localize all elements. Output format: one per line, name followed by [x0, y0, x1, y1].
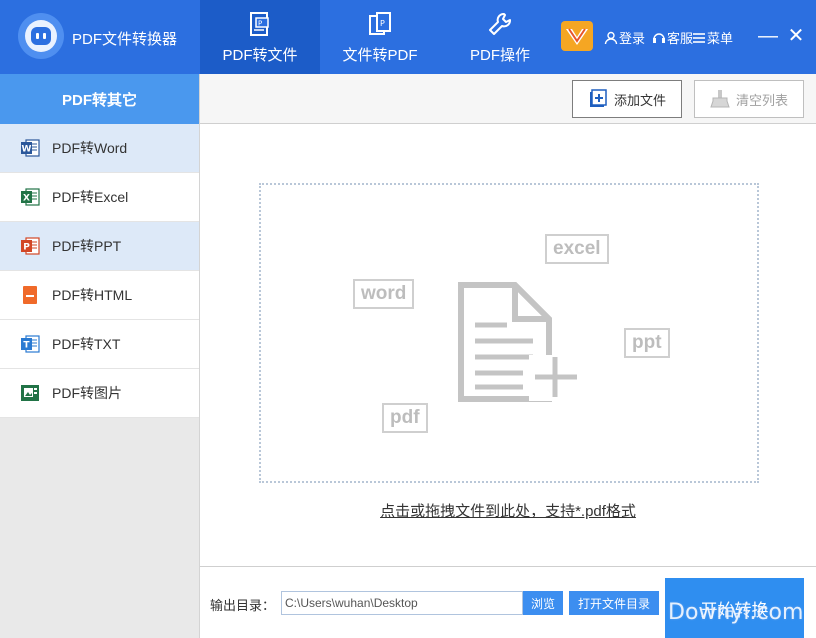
clear-list-label: 清空列表 — [735, 92, 788, 108]
browse-button[interactable]: 浏览 — [523, 591, 563, 615]
word-icon: W — [20, 138, 40, 158]
drop-area[interactable]: word excel ppt pdf 点击或拖拽文件到此处，支持*.pdf格式 — [200, 124, 816, 566]
ppt-tag: ppt — [624, 328, 670, 358]
sidebar-item[interactable]: W PDF转Word — [0, 124, 199, 173]
dropzone[interactable]: word excel ppt pdf — [259, 183, 759, 483]
sidebar-item[interactable]: X PDF转Excel — [0, 173, 199, 222]
sidebar-item-label: PDF转HTML — [52, 287, 133, 303]
add-file-button[interactable]: 添加文件 — [572, 80, 682, 118]
html-icon — [20, 285, 40, 305]
tab-pdf-to-file[interactable]: P PDF转文件 — [200, 0, 320, 74]
vip-badge-icon[interactable] — [560, 20, 594, 52]
svg-text:P: P — [258, 20, 262, 28]
svg-text:W: W — [22, 145, 32, 155]
pdf-tag: pdf — [382, 403, 428, 433]
excel-icon: X — [20, 187, 40, 207]
service-label: 客服 — [667, 31, 694, 46]
wrench-icon — [485, 10, 515, 40]
clear-list-button[interactable]: 清空列表 — [694, 80, 804, 118]
excel-tag: excel — [545, 234, 609, 264]
sidebar-item-label: PDF转TXT — [52, 336, 121, 352]
tab-pdf-operations[interactable]: PDF操作 — [440, 0, 560, 74]
menu-link[interactable]: 菜单 — [692, 28, 733, 47]
user-icon — [604, 31, 618, 44]
menu-label: 菜单 — [707, 31, 734, 46]
txt-icon: T — [20, 334, 40, 354]
svg-text:T: T — [23, 341, 30, 351]
svg-text:X: X — [23, 194, 30, 204]
ppt-icon: P — [20, 236, 40, 256]
sidebar-item[interactable]: PDF转图片 — [0, 369, 199, 418]
output-dir-label: 输出目录： — [210, 598, 276, 613]
sidebar-heading: PDF转其它 — [0, 74, 199, 124]
sidebar-item[interactable]: PDF转HTML — [0, 271, 199, 320]
toolbar: 添加文件 清空列表 — [200, 74, 816, 124]
pdf-to-file-icon: P — [245, 10, 275, 40]
sidebar-list: W PDF转Word X PDF转Excel P PDF转PPT PDF转HTML T PDF转… — [0, 124, 199, 418]
sidebar-item[interactable]: T PDF转TXT — [0, 320, 199, 369]
app-logo-icon — [18, 13, 64, 59]
sidebar-item-label: PDF转Word — [52, 140, 128, 156]
minimize-button[interactable]: — — [758, 24, 778, 48]
sidebar-item-label: PDF转Excel — [52, 189, 129, 205]
add-document-icon — [458, 282, 579, 402]
sidebar-item-label: PDF转PPT — [52, 238, 122, 254]
sidebar-item-label: PDF转图片 — [52, 385, 122, 401]
drop-hint-link[interactable]: 点击或拖拽文件到此处，支持*.pdf格式 — [200, 500, 816, 521]
login-label: 登录 — [619, 31, 646, 46]
output-dir-field[interactable] — [281, 591, 523, 615]
headset-icon — [653, 32, 665, 43]
brand: PDF文件转换器 — [0, 0, 200, 74]
watermark: Downyi.com — [668, 600, 804, 625]
login-link[interactable]: 登录 — [604, 28, 645, 47]
broom-icon — [710, 90, 730, 108]
tab-file-to-pdf[interactable]: P 文件转PDF — [320, 0, 440, 74]
close-button[interactable]: ✕ — [786, 24, 806, 48]
sidebar-item[interactable]: P PDF转PPT — [0, 222, 199, 271]
title-bar: PDF文件转换器 P PDF转文件 P 文件转PDF PDF操作 登录 客服 菜… — [0, 0, 816, 74]
image-icon — [20, 383, 40, 403]
sidebar: PDF转其它 W PDF转Word X PDF转Excel P PDF转PPT PDF转HT… — [0, 74, 200, 638]
tab-label: 文件转PDF — [342, 47, 418, 64]
svg-text:P: P — [23, 243, 30, 253]
menu-icon — [693, 32, 705, 43]
add-file-label: 添加文件 — [613, 92, 666, 108]
svg-text:P: P — [380, 19, 385, 28]
file-to-pdf-icon: P — [365, 10, 395, 40]
open-folder-button[interactable]: 打开文件目录 — [569, 591, 659, 615]
word-tag: word — [353, 279, 415, 309]
add-file-icon — [589, 89, 607, 107]
tab-label: PDF转文件 — [222, 47, 298, 64]
service-link[interactable]: 客服 — [652, 28, 693, 47]
app-title: PDF文件转换器 — [72, 31, 178, 48]
tab-label: PDF操作 — [469, 47, 530, 64]
